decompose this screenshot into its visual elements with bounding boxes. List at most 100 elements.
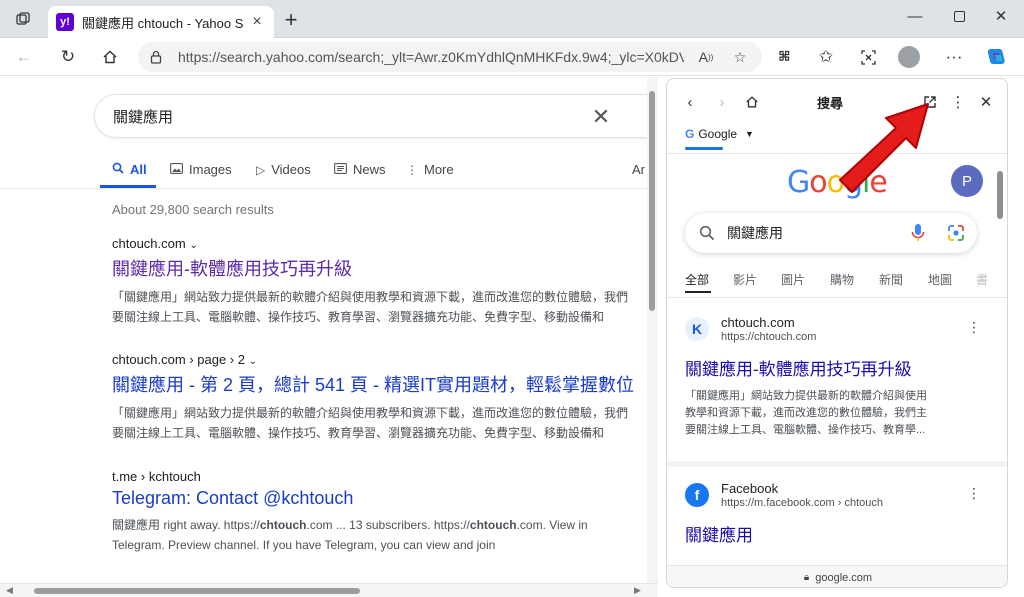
side-forward-icon[interactable]: › bbox=[711, 91, 733, 113]
result-site[interactable]: f Facebook https://m.facebook.com › chto… bbox=[685, 481, 991, 509]
result-separator bbox=[667, 461, 1007, 467]
address-bar[interactable]: https://search.yahoo.com/search;_ylt=Awr… bbox=[138, 42, 762, 72]
tab-actions-icon[interactable] bbox=[8, 6, 38, 32]
search-engine-selector[interactable]: G Google ▼ bbox=[685, 127, 754, 141]
browser-tab[interactable]: y! 關鍵應用 chtouch - Yahoo Search × bbox=[48, 6, 274, 38]
result-snippet: 關鍵應用 right away. https://chtouch.com ...… bbox=[112, 518, 588, 552]
more-icon: ⋮ bbox=[406, 162, 418, 177]
open-in-new-tab-icon[interactable] bbox=[919, 91, 941, 113]
scrollbar-thumb[interactable] bbox=[649, 91, 655, 311]
search-input[interactable]: 關鍵應用 bbox=[113, 106, 658, 127]
lock-icon[interactable] bbox=[148, 49, 164, 65]
new-tab-button[interactable]: + bbox=[280, 9, 302, 31]
google-tab-videos[interactable]: 影片 bbox=[733, 271, 757, 288]
extensions-icon[interactable] bbox=[768, 44, 796, 70]
more-menu-icon[interactable]: ··· bbox=[940, 44, 968, 70]
clear-search-icon[interactable]: ✕ bbox=[589, 104, 613, 129]
result-site-name: chtouch.com bbox=[721, 315, 795, 330]
search-box[interactable]: 關鍵應用 ✕ bbox=[94, 94, 658, 138]
image-icon bbox=[170, 162, 183, 177]
refresh-icon[interactable]: ↻ bbox=[54, 44, 82, 70]
search-side-panel: ‹ › 搜尋 ⋮ ✕ G Google ▼ Google P 關鍵應用 全部 影… bbox=[666, 78, 1008, 588]
tab-partial[interactable]: Ar bbox=[632, 162, 645, 177]
result-snippet: 「關鍵應用」網站致力提供最新的軟體介紹與使用教學和資源下載，進而改進您的數位體驗… bbox=[112, 406, 629, 440]
results-count: About 29,800 search results bbox=[112, 202, 274, 217]
result-title-link[interactable]: 關鍵應用 bbox=[685, 521, 991, 546]
tab-bar: y! 關鍵應用 chtouch - Yahoo Search × + — ✕ bbox=[0, 0, 1024, 38]
side-more-icon[interactable]: ⋮ bbox=[947, 91, 969, 113]
result-site-url: https://chtouch.com bbox=[721, 331, 817, 343]
google-tab-all[interactable]: 全部 bbox=[685, 271, 709, 288]
yahoo-favicon-icon: y! bbox=[56, 13, 74, 31]
side-back-icon[interactable]: ‹ bbox=[679, 91, 701, 113]
scroll-left-icon[interactable]: ◀ bbox=[6, 585, 13, 596]
google-search-box[interactable]: 關鍵應用 bbox=[685, 213, 977, 253]
chtouch-favicon-icon: K bbox=[685, 317, 709, 341]
favorites-icon[interactable]: ✩ bbox=[812, 44, 840, 70]
tab-title: 關鍵應用 chtouch - Yahoo Search bbox=[82, 15, 244, 31]
side-panel-scrollbar[interactable] bbox=[995, 159, 1005, 559]
result-title-link[interactable]: 關鍵應用 - 第 2 頁，總計 541 頁 - 精選IT實用題材，輕鬆掌握數位 bbox=[112, 371, 652, 397]
page-vertical-scrollbar[interactable] bbox=[647, 77, 658, 583]
result-more-icon[interactable]: ⋮ bbox=[967, 319, 981, 336]
tabs-divider bbox=[0, 188, 658, 189]
back-icon[interactable]: ← bbox=[10, 44, 38, 70]
result-title-link[interactable]: 關鍵應用-軟體應用技巧再升級 bbox=[685, 355, 991, 380]
scrollbar-thumb[interactable] bbox=[997, 171, 1003, 219]
scrollbar-thumb[interactable] bbox=[34, 588, 360, 594]
result-more-icon[interactable]: ⋮ bbox=[967, 485, 981, 502]
google-search-input[interactable]: 關鍵應用 bbox=[727, 223, 911, 243]
copilot-icon[interactable] bbox=[985, 45, 1009, 69]
result-title-link[interactable]: 關鍵應用-軟體應用技巧再升級 bbox=[112, 255, 652, 281]
scroll-right-icon[interactable]: ▶ bbox=[634, 585, 641, 596]
tab-images[interactable]: Images bbox=[170, 162, 232, 177]
chevron-down-icon[interactable]: ⌄ bbox=[249, 356, 257, 367]
google-active-tab-indicator bbox=[685, 291, 711, 293]
lock-icon: 🔒︎ bbox=[803, 572, 810, 583]
url-text[interactable]: https://search.yahoo.com/search;_ylt=Awr… bbox=[178, 49, 684, 65]
google-tab-maps[interactable]: 地圖 bbox=[928, 271, 952, 288]
side-home-icon[interactable] bbox=[741, 91, 763, 113]
read-aloud-icon[interactable]: A)) bbox=[694, 45, 718, 69]
side-close-icon[interactable]: ✕ bbox=[975, 91, 997, 113]
favorite-star-icon[interactable]: ☆ bbox=[728, 45, 752, 69]
result-source[interactable]: chtouch.com › page › 2 ⌄ bbox=[112, 352, 652, 367]
google-tab-images[interactable]: 圖片 bbox=[781, 271, 805, 288]
result-source[interactable]: chtouch.com ⌄ bbox=[112, 236, 652, 251]
google-tab-shopping[interactable]: 購物 bbox=[830, 271, 854, 288]
google-tabs: 全部 影片 圖片 購物 新聞 地圖 書 bbox=[685, 269, 995, 293]
google-profile-avatar[interactable]: P bbox=[951, 165, 983, 197]
google-lens-icon[interactable] bbox=[947, 224, 965, 242]
result-site[interactable]: K chtouch.com https://chtouch.com bbox=[685, 315, 991, 343]
tab-all[interactable]: All bbox=[112, 162, 147, 177]
side-panel-footer: 🔒︎ google.com bbox=[667, 565, 1007, 587]
result-snippet: 「關鍵應用」網站致力提供最新的軟體介紹與使用 教學和資源下載，進而改進您的數位體… bbox=[685, 390, 927, 436]
result-site-url: https://m.facebook.com › chtouch bbox=[721, 497, 884, 509]
screenshot-icon[interactable] bbox=[854, 44, 882, 70]
google-result: K chtouch.com https://chtouch.com ⋮ 關鍵應用… bbox=[685, 315, 991, 439]
result-source[interactable]: t.me › kchtouch bbox=[112, 469, 652, 484]
microphone-icon[interactable] bbox=[911, 223, 925, 243]
google-tab-news[interactable]: 新聞 bbox=[879, 271, 903, 288]
profile-avatar[interactable] bbox=[898, 46, 920, 68]
google-tab-books[interactable]: 書 bbox=[976, 271, 988, 288]
search-results-page: 關鍵應用 ✕ All Images ▷ Videos News ⋮ More A… bbox=[0, 77, 658, 583]
google-g-icon: G bbox=[685, 127, 695, 141]
search-result: t.me › kchtouch Telegram: Contact @kchto… bbox=[112, 469, 652, 555]
result-title-link[interactable]: Telegram: Contact @kchtouch bbox=[112, 488, 652, 509]
facebook-favicon-icon: f bbox=[685, 483, 709, 507]
minimize-icon[interactable]: — bbox=[900, 4, 930, 28]
home-icon[interactable] bbox=[96, 44, 124, 70]
google-result: f Facebook https://m.facebook.com › chto… bbox=[685, 481, 991, 546]
page-horizontal-scrollbar[interactable]: ◀ ▶ bbox=[0, 583, 658, 597]
chevron-down-icon[interactable]: ⌄ bbox=[189, 240, 197, 251]
search-result: chtouch.com › page › 2 ⌄ 關鍵應用 - 第 2 頁，總計… bbox=[112, 352, 652, 443]
close-tab-icon[interactable]: × bbox=[248, 13, 266, 31]
side-panel-title: 搜尋 bbox=[817, 96, 844, 111]
tab-more[interactable]: ⋮ More bbox=[406, 162, 454, 177]
result-site-name: Facebook bbox=[721, 481, 779, 496]
close-window-icon[interactable]: ✕ bbox=[986, 4, 1016, 28]
tab-news[interactable]: News bbox=[334, 162, 386, 177]
maximize-icon[interactable] bbox=[944, 4, 974, 28]
tab-videos[interactable]: ▷ Videos bbox=[256, 162, 311, 177]
